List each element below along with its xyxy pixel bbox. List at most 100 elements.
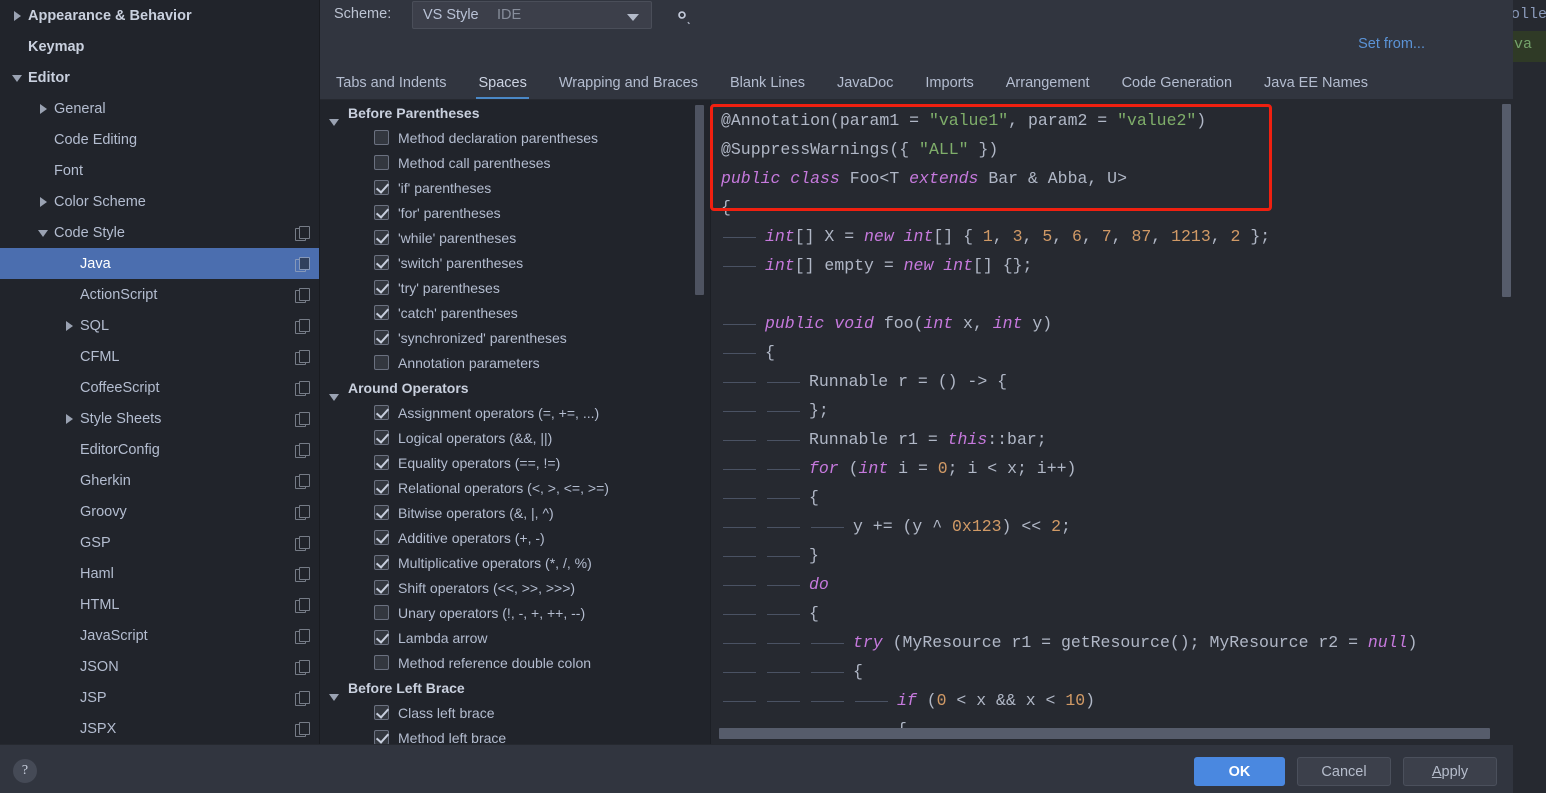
tab-imports[interactable]: Imports — [909, 68, 989, 100]
chevron-right-icon[interactable] — [10, 8, 26, 24]
tab-javadoc[interactable]: JavaDoc — [821, 68, 909, 100]
option-checkbox-lambda-arrow[interactable]: Lambda arrow — [320, 625, 710, 650]
spaces-options-panel[interactable]: Before Parentheses Method declaration par… — [320, 100, 710, 744]
option-checkbox-annotation-parameters[interactable]: Annotation parameters — [320, 350, 710, 375]
checkbox[interactable] — [374, 580, 389, 595]
option-group-before-parentheses[interactable]: Before Parentheses — [320, 100, 710, 126]
tab-code-generation[interactable]: Code Generation — [1106, 68, 1248, 100]
checkbox[interactable] — [374, 730, 389, 744]
checkbox[interactable] — [374, 705, 389, 720]
sidebar-item-general[interactable]: General — [0, 93, 319, 124]
checkbox[interactable] — [374, 655, 389, 670]
checkbox[interactable] — [374, 155, 389, 170]
option-checkbox-additive-operators[interactable]: Additive operators (+, -) — [320, 525, 710, 550]
option-checkbox-relational-operators[interactable]: Relational operators (<, >, <=, >=) — [320, 475, 710, 500]
sidebar-item-groovy[interactable]: Groovy — [0, 496, 319, 527]
checkbox[interactable] — [374, 505, 389, 520]
checkbox[interactable] — [374, 530, 389, 545]
option-checkbox-switch-parentheses[interactable]: 'switch' parentheses — [320, 250, 710, 275]
checkbox[interactable] — [374, 605, 389, 620]
option-checkbox-while-parentheses[interactable]: 'while' parentheses — [320, 225, 710, 250]
sidebar-item-style-sheets[interactable]: Style Sheets — [0, 403, 319, 434]
tab-blank-lines[interactable]: Blank Lines — [714, 68, 821, 100]
sidebar-item-font[interactable]: Font — [0, 155, 319, 186]
option-checkbox-for-parentheses[interactable]: 'for' parentheses — [320, 200, 710, 225]
checkbox[interactable] — [374, 480, 389, 495]
sidebar-item-html[interactable]: HTML — [0, 589, 319, 620]
option-checkbox-assignment-operators[interactable]: Assignment operators (=, +=, ...) — [320, 400, 710, 425]
code-preview-hscrollbar-thumb[interactable] — [719, 728, 1490, 739]
sidebar-item-java[interactable]: Java — [0, 248, 319, 279]
tree-scrollbar-track[interactable] — [305, 0, 316, 744]
checkbox[interactable] — [374, 180, 389, 195]
option-checkbox-logical-operators[interactable]: Logical operators (&&, ||) — [320, 425, 710, 450]
settings-tab-bar[interactable]: Tabs and Indents Spaces Wrapping and Brace… — [320, 68, 1480, 100]
sidebar-item-code-editing[interactable]: Code Editing — [0, 124, 319, 155]
chevron-down-icon[interactable] — [36, 225, 52, 241]
checkbox[interactable] — [374, 555, 389, 570]
chevron-right-icon[interactable] — [36, 194, 52, 210]
option-group-around-operators[interactable]: Around Operators — [320, 375, 710, 401]
sidebar-item-haml[interactable]: Haml — [0, 558, 319, 589]
sidebar-item-jsp[interactable]: JSP — [0, 682, 319, 713]
tab-arrangement[interactable]: Arrangement — [990, 68, 1106, 100]
option-checkbox-method-left-brace[interactable]: Method left brace — [320, 725, 710, 744]
checkbox[interactable] — [374, 255, 389, 270]
option-checkbox-unary-operators[interactable]: Unary operators (!, -, +, ++, --) — [320, 600, 710, 625]
cancel-button[interactable]: Cancel — [1297, 757, 1391, 786]
chevron-right-icon[interactable] — [36, 101, 52, 117]
sidebar-item-javascript[interactable]: JavaScript — [0, 620, 319, 651]
option-checkbox-catch-parentheses[interactable]: 'catch' parentheses — [320, 300, 710, 325]
checkbox[interactable] — [374, 405, 389, 420]
sidebar-item-gsp[interactable]: GSP — [0, 527, 319, 558]
tab-wrapping-and-braces[interactable]: Wrapping and Braces — [543, 68, 714, 100]
checkbox[interactable] — [374, 355, 389, 370]
option-checkbox-multiplicative-operators[interactable]: Multiplicative operators (*, /, %) — [320, 550, 710, 575]
checkbox[interactable] — [374, 230, 389, 245]
checkbox[interactable] — [374, 130, 389, 145]
option-checkbox-shift-operators[interactable]: Shift operators (<<, >>, >>>) — [320, 575, 710, 600]
option-checkbox-method-reference-double-colon[interactable]: Method reference double colon — [320, 650, 710, 675]
option-checkbox-equality-operators[interactable]: Equality operators (==, !=) — [320, 450, 710, 475]
sidebar-item-coffeescript[interactable]: CoffeeScript — [0, 372, 319, 403]
option-checkbox-bitwise-operators[interactable]: Bitwise operators (&, |, ^) — [320, 500, 710, 525]
checkbox[interactable] — [374, 455, 389, 470]
tab-spaces[interactable]: Spaces — [462, 68, 542, 100]
option-checkbox-synchronized-parentheses[interactable]: 'synchronized' parentheses — [320, 325, 710, 350]
sidebar-item-editorconfig[interactable]: EditorConfig — [0, 434, 319, 465]
options-scrollbar-thumb[interactable] — [695, 105, 704, 295]
checkbox[interactable] — [374, 630, 389, 645]
tab-java-ee-names[interactable]: Java EE Names — [1248, 68, 1384, 100]
sidebar-item-keymap[interactable]: Keymap — [0, 31, 319, 62]
chevron-down-icon[interactable] — [10, 70, 26, 86]
settings-category-tree[interactable]: Appearance & Behavior Keymap Editor General… — [0, 0, 319, 744]
sidebar-item-appearance-behavior[interactable]: Appearance & Behavior — [0, 0, 319, 31]
checkbox[interactable] — [374, 330, 389, 345]
option-checkbox-if-parentheses[interactable]: 'if' parentheses — [320, 175, 710, 200]
sidebar-item-jspx[interactable]: JSPX — [0, 713, 319, 744]
chevron-right-icon[interactable] — [62, 411, 78, 427]
option-checkbox-try-parentheses[interactable]: 'try' parentheses — [320, 275, 710, 300]
sidebar-item-editor[interactable]: Editor — [0, 62, 319, 93]
apply-button[interactable]: Apply — [1403, 757, 1497, 786]
checkbox[interactable] — [374, 205, 389, 220]
sidebar-item-json[interactable]: JSON — [0, 651, 319, 682]
question-mark-icon[interactable]: ? — [13, 759, 37, 783]
ok-button[interactable]: OK — [1194, 757, 1285, 786]
option-checkbox-method-call-parentheses[interactable]: Method call parentheses — [320, 150, 710, 175]
gear-icon[interactable] — [670, 3, 694, 27]
sidebar-item-sql[interactable]: SQL — [0, 310, 319, 341]
option-checkbox-class-left-brace[interactable]: Class left brace — [320, 700, 710, 725]
sidebar-item-cfml[interactable]: CFML — [0, 341, 319, 372]
set-from-link[interactable]: Set from... — [1358, 36, 1425, 52]
sidebar-item-code-style[interactable]: Code Style — [0, 217, 319, 248]
checkbox[interactable] — [374, 305, 389, 320]
scheme-combobox[interactable]: VS Style IDE — [412, 1, 652, 29]
sidebar-item-color-scheme[interactable]: Color Scheme — [0, 186, 319, 217]
checkbox[interactable] — [374, 280, 389, 295]
sidebar-item-actionscript[interactable]: ActionScript — [0, 279, 319, 310]
code-preview-vscrollbar-thumb[interactable] — [1502, 104, 1511, 297]
chevron-right-icon[interactable] — [62, 318, 78, 334]
code-preview-panel[interactable]: @Annotation(param1 = "value1", param2 = … — [711, 100, 1513, 744]
option-checkbox-method-declaration-parentheses[interactable]: Method declaration parentheses — [320, 125, 710, 150]
